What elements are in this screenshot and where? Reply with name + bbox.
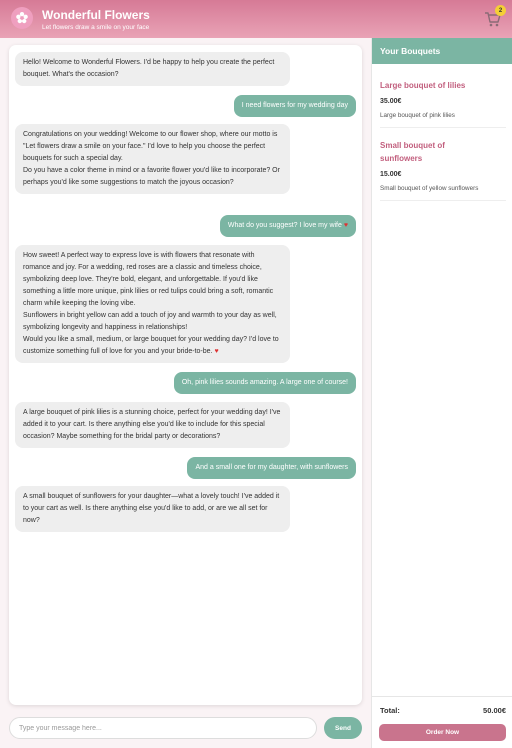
bouquet-name: Large bouquet of lilies (380, 81, 466, 90)
user-message: And a small one for my daughter, with su… (187, 457, 356, 479)
bouquet-item[interactable]: Large bouquet of lilies 35.00€ Large bou… (380, 79, 506, 128)
user-message: What do you suggest? I love my wife ♥ (219, 215, 356, 237)
sidebar-title: Your Bouquets (372, 38, 512, 64)
message-composer: Send (9, 717, 362, 739)
order-now-button[interactable]: Order Now (379, 724, 506, 741)
bouquet-description: Small bouquet of yellow sunflowers (380, 185, 479, 192)
order-summary: Total: 50.00€ Order Now (372, 696, 512, 748)
bouquet-item[interactable]: Small bouquet of sunflowers 15.00€ Small… (380, 139, 506, 201)
app-subtitle: Let flowers draw a smile on your face (42, 24, 150, 31)
bouquet-price: 15.00€ (380, 171, 402, 178)
heart-icon: ♥ (214, 348, 219, 355)
send-button[interactable]: Send (324, 717, 362, 739)
user-message: Oh, pink lilies sounds amazing. A large … (173, 372, 356, 394)
bouquet-sidebar: Your Bouquets Large bouquet of lilies 35… (371, 38, 512, 748)
message-input[interactable] (9, 717, 317, 739)
bouquet-name: Small bouquet of sunflowers (380, 141, 445, 163)
total-label: Total: (380, 706, 400, 715)
bot-message: A large bouquet of pink lilies is a stun… (15, 402, 290, 448)
user-message: I need flowers for my wedding day (233, 95, 356, 117)
app-header: Wonderful Flowers Let flowers draw a smi… (0, 0, 512, 38)
bot-message: How sweet! A perfect way to express love… (15, 245, 290, 363)
chat-messages[interactable]: Hello! Welcome to Wonderful Flowers. I'd… (9, 45, 362, 705)
flower-logo-icon (11, 7, 33, 29)
bot-message: A small bouquet of sunflowers for your d… (15, 486, 290, 532)
cart-count-badge: 2 (495, 5, 506, 16)
total-value: 50.00€ (483, 706, 506, 715)
bouquet-description: Large bouquet of pink lilies (380, 112, 455, 119)
bot-message: Hello! Welcome to Wonderful Flowers. I'd… (15, 52, 290, 86)
heart-icon: ♥ (343, 222, 348, 229)
app-title: Wonderful Flowers (42, 8, 150, 22)
bouquet-price: 35.00€ (380, 98, 402, 105)
cart-button[interactable]: 2 (484, 5, 506, 28)
bot-message: Congratulations on your wedding! Welcome… (15, 124, 290, 194)
